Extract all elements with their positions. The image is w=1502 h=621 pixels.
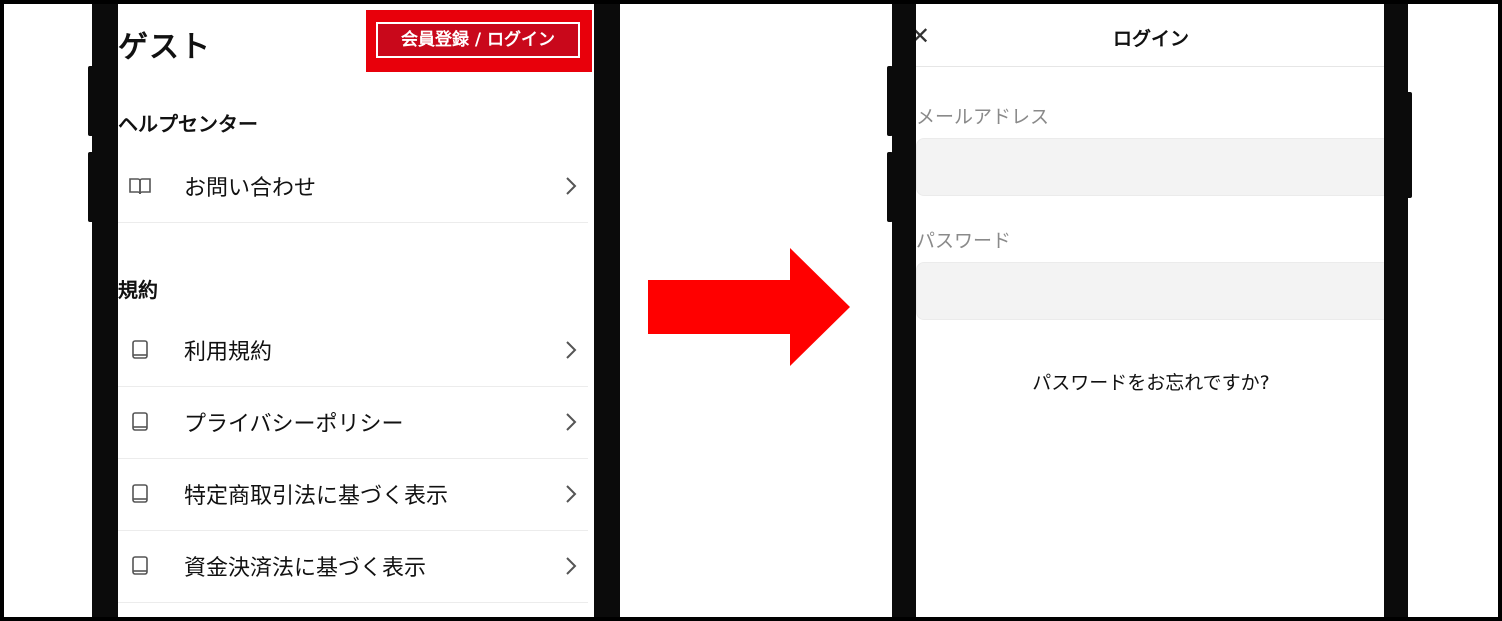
left-phone-bezel-left	[92, 0, 118, 621]
right-phone-side-button	[887, 66, 893, 136]
menu-item-commercial-transactions[interactable]: 特定商取引法に基づく表示	[118, 458, 588, 531]
menu-item-terms-of-use[interactable]: 利用規約	[118, 314, 588, 387]
menu-item-privacy-policy[interactable]: プライバシーポリシー	[118, 386, 588, 459]
book-icon	[128, 410, 152, 434]
register-login-button[interactable]: 会員登録 / ログイン	[376, 22, 580, 58]
book-icon	[128, 338, 152, 362]
menu-item-label: プライバシーポリシー	[184, 412, 404, 437]
book-icon	[128, 482, 152, 506]
login-button-highlight: 会員登録 / ログイン	[366, 10, 592, 72]
right-phone-power-button	[1406, 92, 1412, 198]
left-phone-side-button	[88, 152, 94, 222]
chevron-right-icon	[564, 411, 578, 433]
chevron-right-icon	[564, 339, 578, 361]
chevron-right-icon	[564, 483, 578, 505]
terms-heading: 規約	[118, 278, 158, 302]
left-phone-bezel-right	[594, 0, 620, 621]
right-phone-bezel-right	[1384, 0, 1408, 621]
book-icon	[128, 554, 152, 578]
left-phone-side-button	[88, 66, 94, 136]
email-label: メールアドレス	[916, 106, 1050, 128]
chevron-right-icon	[564, 555, 578, 577]
password-field[interactable]	[916, 262, 1384, 320]
email-field[interactable]	[916, 138, 1384, 196]
forgot-password-link[interactable]: パスワードをお忘れですか?	[916, 368, 1384, 395]
right-phone-screen: ✕ ログイン メールアドレス パスワード パスワードをお忘れですか?	[916, 4, 1384, 617]
password-label: パスワード	[916, 230, 1012, 252]
menu-item-contact[interactable]: お問い合わせ	[118, 150, 588, 223]
menu-item-label: 利用規約	[184, 340, 273, 365]
page-title: ゲスト	[118, 30, 211, 65]
right-phone-side-button	[887, 152, 893, 222]
menu-item-label: 資金決済法に基づく表示	[184, 556, 427, 581]
login-header: ✕ ログイン	[916, 4, 1384, 67]
right-phone-bezel-left	[892, 0, 916, 621]
menu-item-label: お問い合わせ	[184, 176, 317, 201]
login-title: ログイン	[1112, 28, 1189, 50]
menu-item-payment-services[interactable]: 資金決済法に基づく表示	[118, 530, 588, 603]
open-book-icon	[128, 174, 152, 198]
chevron-right-icon	[564, 175, 578, 197]
help-center-heading: ヘルプセンター	[118, 112, 258, 136]
transition-arrow	[648, 248, 850, 370]
left-phone-screen: ゲスト 会員登録 / ログイン ヘルプセンター お問い合わせ 規約 利用規約 プ…	[118, 4, 594, 617]
menu-item-label: 特定商取引法に基づく表示	[184, 484, 449, 509]
